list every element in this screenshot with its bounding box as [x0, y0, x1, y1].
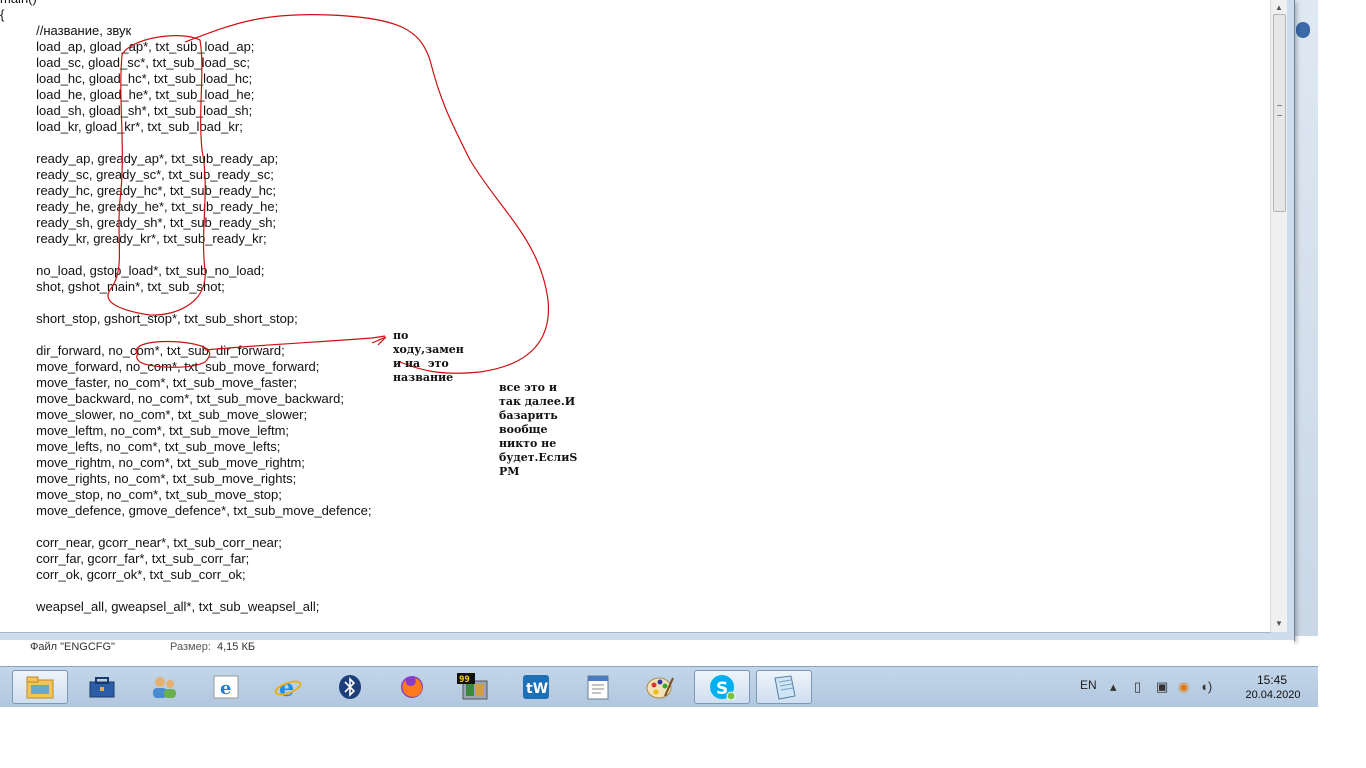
status-size-value: 4,15 КБ: [217, 641, 256, 653]
users-icon: [153, 677, 176, 698]
svg-text:99: 99: [459, 675, 470, 685]
svg-text:e: e: [279, 674, 294, 700]
clock-date[interactable]: 20.04.2020: [1238, 689, 1308, 701]
status-size-label: Размер:: [170, 641, 211, 653]
skype-icon: S: [710, 675, 736, 700]
status-file-name: Файл "ENGCFG": [30, 641, 115, 653]
toolbox-icon: [89, 677, 115, 698]
taskbar-toolbox[interactable]: [74, 670, 130, 704]
red-circle-no-com: [135, 340, 211, 368]
show-hidden-icons-icon[interactable]: ▴: [1110, 679, 1117, 695]
app-tray-icon[interactable]: ◉: [1178, 679, 1189, 695]
file-explorer-icon: [26, 676, 54, 699]
taskbar-paint[interactable]: [632, 670, 688, 704]
app-99-icon: 99: [457, 673, 488, 700]
taskbar-bluetooth[interactable]: [322, 670, 378, 704]
taskbar-app-99[interactable]: 99: [446, 670, 502, 704]
desktop-edge: [1294, 0, 1318, 636]
system-tray: EN ▴ ▯ ▣ ◉ ◖) 15:45 20.04.2020: [1070, 667, 1318, 707]
vertical-scrollbar[interactable]: ▲ ▼: [1270, 0, 1287, 632]
battery-icon[interactable]: ▯: [1134, 679, 1141, 695]
tw-icon: tW: [523, 675, 549, 699]
taskbar-tw[interactable]: tW: [508, 670, 564, 704]
network-icon[interactable]: ▣: [1156, 679, 1168, 695]
internet-explorer-alt-icon: e: [274, 674, 302, 700]
taskbar-notepad[interactable]: [756, 670, 812, 704]
svg-text:S: S: [716, 679, 728, 699]
volume-icon[interactable]: ◖): [1200, 679, 1212, 695]
scrollbar-thumb[interactable]: [1273, 14, 1286, 212]
svg-text:e: e: [220, 678, 231, 699]
taskbar-internet-explorer[interactable]: e: [198, 670, 254, 704]
details-status-bar: Файл "ENGCFG" Размер: 4,15 КБ: [0, 640, 1294, 664]
text-editor-area[interactable]: main(){ //название, звук load_ap, gload_…: [0, 0, 1271, 633]
red-annotation-overlay: [107, 13, 550, 374]
annotation-note-1: по ходу,замен и на это название: [393, 329, 464, 384]
internet-explorer-icon: e: [213, 675, 239, 699]
taskbar-wordpad[interactable]: [570, 670, 626, 704]
taskbar-internet-explorer-alt[interactable]: e: [260, 670, 316, 704]
scroll-down-arrow-icon[interactable]: ▼: [1271, 616, 1287, 632]
help-icon[interactable]: [1296, 22, 1310, 38]
taskbar: e e 99 tW S EN ▴ ▯ ▣ ◉ ◖) 15:45 20.04.20…: [0, 666, 1318, 707]
svg-text:tW: tW: [526, 681, 548, 697]
language-indicator[interactable]: EN: [1080, 678, 1097, 692]
red-big-loop: [184, 13, 550, 374]
red-arrow-line: [204, 335, 386, 351]
taskbar-file-explorer[interactable]: [12, 670, 68, 704]
firefox-icon: [401, 676, 423, 698]
annotation-note-2: все это и так далее.И базарить вообще ни…: [499, 381, 578, 478]
red-loop-column: [107, 35, 206, 316]
taskbar-skype[interactable]: S: [694, 670, 750, 704]
clock-time[interactable]: 15:45: [1248, 673, 1296, 687]
notepad-icon: [774, 675, 796, 700]
bluetooth-icon: [339, 675, 361, 699]
taskbar-firefox[interactable]: [384, 670, 440, 704]
taskbar-users[interactable]: [136, 670, 192, 704]
paint-icon: [646, 677, 674, 699]
wordpad-icon: [587, 675, 609, 700]
editor-window: main(){ //название, звук load_ap, gload_…: [0, 0, 1295, 641]
